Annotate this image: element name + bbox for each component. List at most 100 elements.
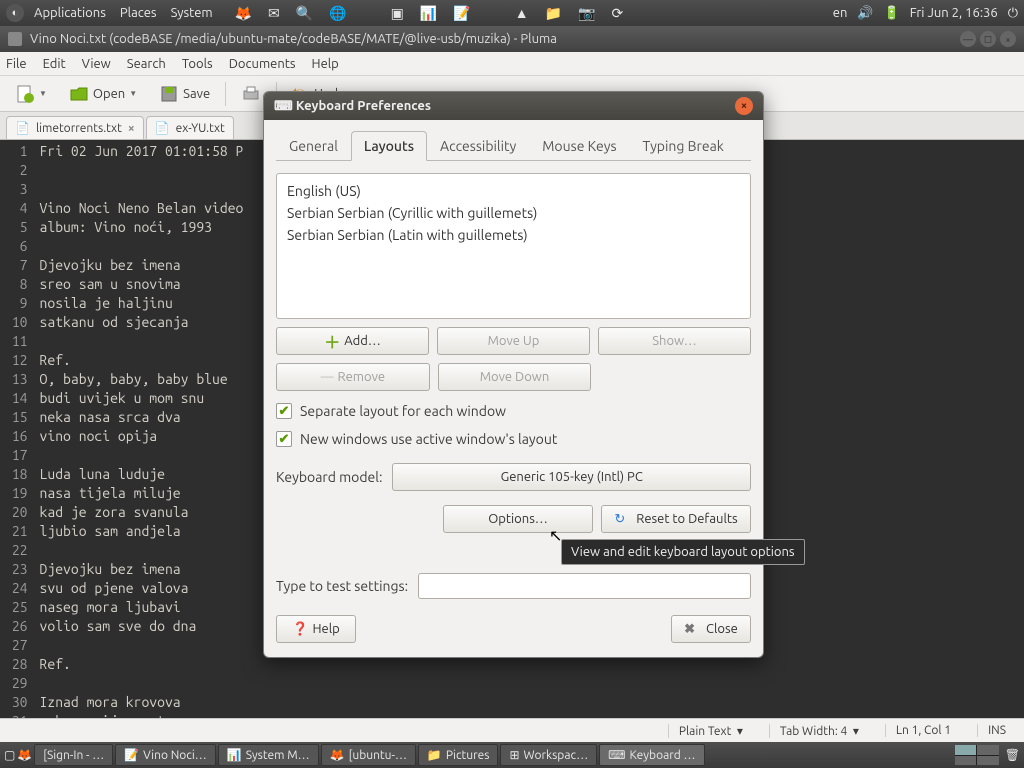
reset-defaults-button[interactable]: ↻ Reset to Defaults — [601, 505, 751, 533]
taskbar-item[interactable]: ⌨Keyboard … — [599, 744, 704, 766]
minimize-button[interactable]: — — [960, 31, 976, 47]
power-icon[interactable]: ⏻ — [1008, 6, 1018, 21]
firefox-task-icon[interactable]: 🦊 — [17, 748, 32, 762]
taskbar-item[interactable]: 📝Vino Noci… — [115, 744, 216, 766]
menu-system[interactable]: System — [167, 6, 217, 20]
save-icon — [159, 84, 179, 104]
close-icon: ✖ — [684, 622, 695, 637]
plus-icon: ＋ — [324, 329, 340, 353]
menu-places[interactable]: Places — [116, 6, 161, 20]
folder-open-icon — [69, 84, 89, 104]
tab-accessibility[interactable]: Accessibility — [427, 131, 529, 161]
menu-applications[interactable]: Applications — [30, 6, 110, 20]
new-windows-checkbox[interactable]: ✔ — [276, 431, 292, 447]
layout-item[interactable]: Serbian Serbian (Latin with guillemets) — [287, 224, 740, 246]
help-icon: ❓ — [292, 622, 308, 637]
taskbar-item[interactable]: [Sign-In - … — [34, 744, 113, 766]
camera-icon[interactable]: 📷 — [574, 5, 599, 22]
menu-tools[interactable]: Tools — [182, 57, 213, 71]
taskbar-item[interactable]: 📁Pictures — [418, 744, 499, 766]
taskbar-item[interactable]: 📊System M… — [218, 744, 319, 766]
menu-help[interactable]: Help — [312, 57, 339, 71]
layout-item[interactable]: Serbian Serbian (Cyrillic with guillemet… — [287, 202, 740, 224]
save-button[interactable]: Save — [150, 79, 219, 109]
tab-width-selector[interactable]: Tab Width: 4 ▾ — [769, 724, 869, 738]
layouts-list[interactable]: English (US) Serbian Serbian (Cyrillic w… — [276, 173, 751, 319]
terminal-icon[interactable]: ▣ — [387, 5, 408, 22]
help-button[interactable]: ❓Help — [276, 615, 356, 643]
open-button[interactable]: Open ▼ — [60, 79, 146, 109]
menu-view[interactable]: View — [82, 57, 111, 71]
menu-documents[interactable]: Documents — [229, 57, 296, 71]
keyboard-model-button[interactable]: Generic 105-key (Intl) PC — [392, 463, 751, 491]
menu-file[interactable]: File — [6, 57, 27, 71]
open-label: Open — [93, 87, 125, 101]
loop-icon[interactable]: ⟳ — [608, 5, 628, 22]
ubuntu-logo-icon[interactable]: ◐ — [6, 4, 24, 22]
firefox-icon[interactable]: 🦊 — [231, 5, 256, 22]
status-bar: Plain Text ▾ Tab Width: 4 ▾ Ln 1, Col 1 … — [0, 718, 1024, 742]
keyboard-model-label: Keyboard model: — [276, 469, 382, 485]
syntax-mode-selector[interactable]: Plain Text ▾ — [668, 724, 753, 738]
chevron-down-icon: ▼ — [39, 89, 47, 98]
remove-layout-button[interactable]: —Remove — [276, 363, 430, 391]
mail-icon[interactable]: ✉ — [264, 5, 284, 22]
tab-typing-break[interactable]: Typing Break — [630, 131, 737, 161]
separate-layout-label: Separate layout for each window — [300, 403, 506, 419]
move-up-button[interactable]: Move Up — [437, 327, 590, 355]
move-down-button[interactable]: Move Down — [438, 363, 592, 391]
trash-icon[interactable]: 🗑 — [1005, 748, 1020, 762]
vlc-icon[interactable]: ▲ — [511, 5, 533, 21]
top-panel: ◐ Applications Places System 🦊 ✉ 🔍 🌐 ▣ 📊… — [0, 0, 1024, 26]
separate-layout-checkbox[interactable]: ✔ — [276, 403, 292, 419]
tooltip: View and edit keyboard layout options — [561, 539, 805, 565]
file-icon: 📄 — [155, 121, 170, 135]
files-icon[interactable]: 📁 — [541, 5, 566, 22]
save-label: Save — [183, 87, 210, 101]
dialog-close-button[interactable]: × — [735, 97, 753, 115]
taskbar-item[interactable]: ⊞Workspac… — [500, 744, 597, 766]
dialog-title: Keyboard Preferences — [296, 99, 431, 113]
close-button[interactable]: × — [1000, 31, 1016, 47]
workspace-switcher[interactable] — [955, 745, 999, 765]
document-icon — [8, 32, 22, 46]
cursor-position: Ln 1, Col 1 — [885, 724, 961, 737]
lens-icon[interactable]: 🔍 — [292, 5, 317, 22]
new-windows-label: New windows use active window's layout — [300, 431, 557, 447]
add-layout-button[interactable]: ＋Add… — [276, 327, 429, 355]
close-tab-icon[interactable]: × — [128, 122, 135, 135]
options-button[interactable]: Options… — [443, 505, 593, 533]
bottom-panel: ▢ 🦊 [Sign-In - … 📝Vino Noci… 📊System M… … — [0, 742, 1024, 768]
keyboard-preferences-dialog: ⌨ Keyboard Preferences × General Layouts… — [263, 91, 764, 658]
notes-icon[interactable]: 📝 — [449, 5, 474, 22]
taskbar-item[interactable]: 🦊[ubuntu-… — [321, 744, 416, 766]
test-settings-input[interactable] — [418, 573, 751, 599]
file-tab[interactable]: 📄 limetorrents.txt × — [6, 116, 144, 139]
menu-search[interactable]: Search — [127, 57, 166, 71]
file-tab-label: ex-YU.txt — [176, 122, 225, 135]
layout-item[interactable]: English (US) — [287, 180, 740, 202]
language-indicator[interactable]: en — [833, 6, 848, 20]
maximize-button[interactable]: ◻ — [980, 31, 996, 47]
show-desktop-button[interactable]: ▢ — [4, 748, 15, 762]
show-layout-button[interactable]: Show… — [598, 327, 751, 355]
globe-icon[interactable]: 🌐 — [325, 5, 350, 22]
close-dialog-button[interactable]: ✖ Close — [671, 615, 751, 643]
tab-mouse-keys[interactable]: Mouse Keys — [529, 131, 629, 161]
volume-icon[interactable]: 🔊 — [857, 6, 873, 21]
new-doc-icon — [15, 84, 35, 104]
tab-general[interactable]: General — [276, 131, 351, 161]
file-tab[interactable]: 📄 ex-YU.txt — [146, 116, 234, 139]
tab-layouts[interactable]: Layouts — [351, 131, 427, 161]
pluma-titlebar[interactable]: Vino Noci.txt (codeBASE /media/ubuntu-ma… — [0, 26, 1024, 52]
pluma-menubar: File Edit View Search Tools Documents He… — [0, 52, 1024, 76]
new-doc-button[interactable]: ▼ — [6, 79, 56, 109]
keyboard-icon: ⌨ — [274, 99, 293, 114]
monitor-icon[interactable]: 📊 — [416, 5, 441, 22]
clock[interactable]: Fri Jun 2, 16:36 — [910, 6, 998, 20]
menu-edit[interactable]: Edit — [43, 57, 66, 71]
battery-icon[interactable]: 🔋 — [884, 6, 900, 21]
file-tab-label: limetorrents.txt — [36, 122, 122, 135]
editor-content[interactable]: Fri 02 Jun 2017 01:01:58 P Vino Noci Nen… — [34, 140, 250, 718]
dialog-titlebar[interactable]: ⌨ Keyboard Preferences × — [264, 92, 763, 120]
